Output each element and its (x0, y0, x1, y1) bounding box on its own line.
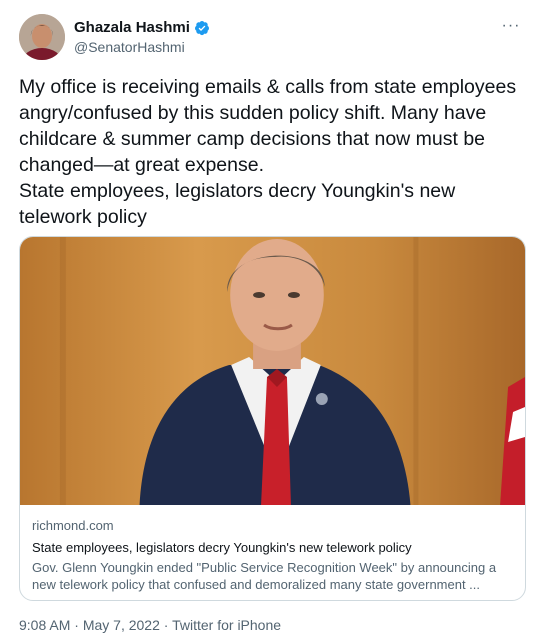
tweet-text: My office is receiving emails & calls fr… (19, 76, 517, 228)
footer-separator: · (70, 617, 83, 633)
card-description: Gov. Glenn Youngkin ended "Public Servic… (32, 559, 513, 593)
card-description-line: new telework policy that confused and de… (32, 577, 481, 592)
tweet-source[interactable]: Twitter for iPhone (172, 617, 281, 633)
more-options-icon[interactable]: ··· (499, 16, 523, 36)
tweet-date[interactable]: May 7, 2022 (83, 617, 160, 633)
card-domain: richmond.com (32, 518, 114, 533)
author-handle[interactable]: @SenatorHashmi (74, 38, 210, 56)
avatar[interactable] (19, 14, 65, 60)
avatar-image (19, 14, 65, 60)
card-image[interactable] (20, 237, 525, 505)
tweet-header: Ghazala Hashmi @SenatorHashmi ··· (19, 14, 523, 64)
tweet-footer: 9:08 AM · May 7, 2022 · Twitter for iPho… (19, 616, 281, 634)
tweet-time[interactable]: 9:08 AM (19, 617, 70, 633)
card-description-line: Gov. Glenn Youngkin ended "Public Servic… (32, 560, 497, 575)
verified-badge-icon (194, 20, 209, 35)
link-card[interactable]: richmond.com State employees, legislator… (19, 236, 526, 601)
author-name[interactable]: Ghazala Hashmi (74, 18, 190, 37)
footer-separator: · (159, 617, 173, 633)
card-title: State employees, legislators decry Young… (32, 540, 412, 555)
